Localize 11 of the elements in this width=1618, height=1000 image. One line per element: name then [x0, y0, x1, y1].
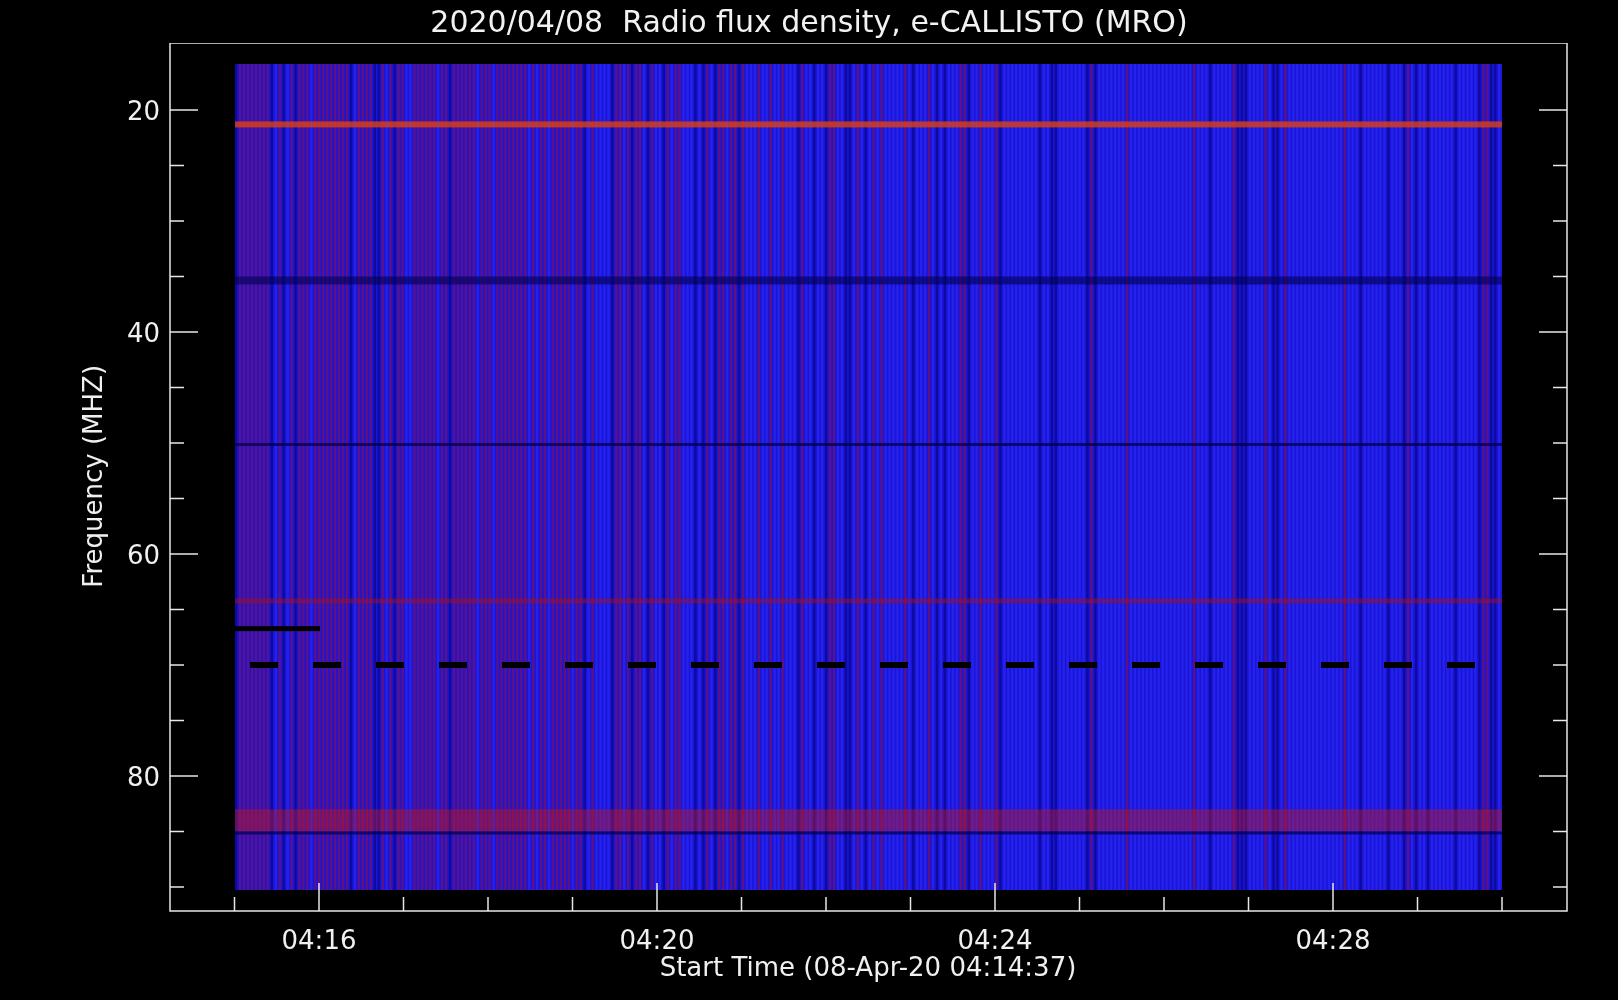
- y-tick-label: 60: [126, 540, 160, 570]
- y-tick-label: 80: [126, 762, 160, 792]
- x-axis-label: Start Time (08-Apr-20 04:14:37): [659, 952, 1077, 982]
- y-axis-label: Frequency (MHZ): [78, 364, 108, 588]
- x-tick-label: 04:16: [281, 925, 357, 955]
- x-tick-label: 04:20: [619, 925, 695, 955]
- x-tick-label: 04:24: [957, 925, 1033, 955]
- y-tick-label: 20: [126, 96, 160, 126]
- chart-title: 2020/04/08 Radio flux density, e-CALLISTO (MRO): [430, 6, 1188, 37]
- x-tick-label: 04:28: [1295, 925, 1371, 955]
- y-tick-label: 40: [126, 318, 160, 348]
